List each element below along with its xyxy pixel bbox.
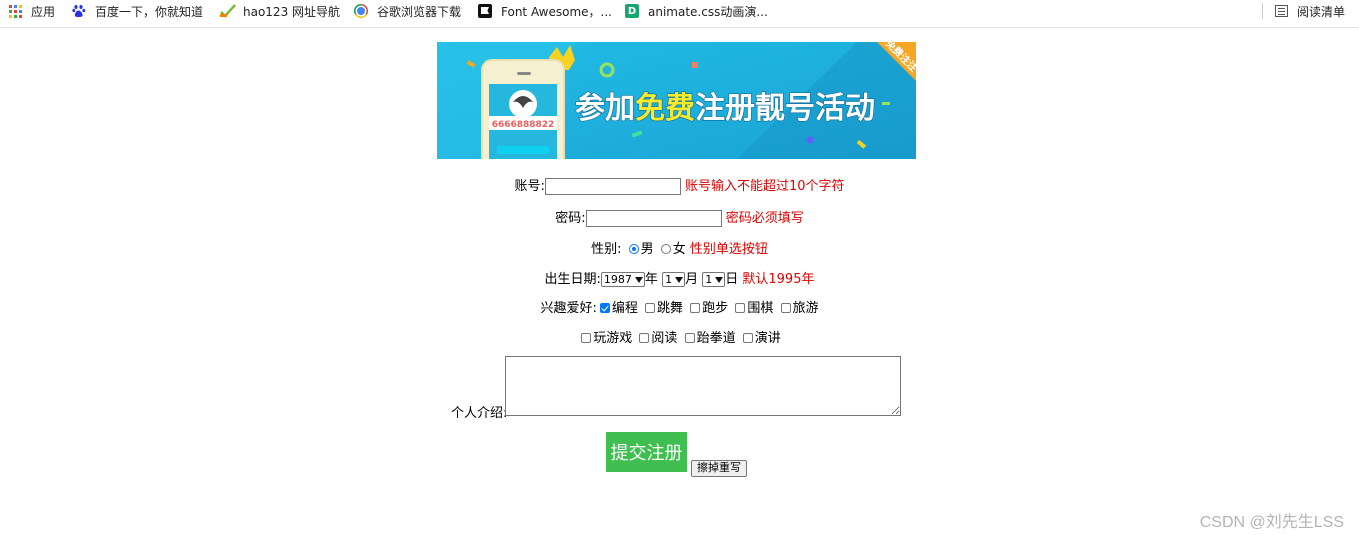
bookmark-label: 百度一下，你就知道	[95, 4, 204, 19]
hobby-label: 跑步	[702, 301, 729, 316]
hobby-label: 跆拳道	[696, 331, 736, 346]
month-select[interactable]: 1	[662, 272, 686, 287]
chevron-down-icon	[675, 277, 684, 283]
bookmark-chrome-download[interactable]: 谷歌浏览器下载	[354, 0, 461, 22]
bookmark-label: Font Awesome，...	[501, 4, 612, 19]
bookmark-label: animate.css动画演...	[648, 4, 768, 19]
d-letter-icon: D	[625, 4, 639, 18]
font-awesome-flag-icon	[478, 4, 492, 18]
day-select[interactable]: 1	[702, 272, 726, 287]
birthday-row: 出生日期: 1987 年 1月 1日 默认1995年	[0, 268, 1359, 287]
year-unit: 年	[644, 272, 658, 287]
gender-row: 性别: 男 女 性别单选按钮	[0, 238, 1359, 257]
banner-text-1: 参加	[575, 91, 635, 126]
gender-hint: 性别单选按钮	[689, 242, 768, 257]
hobby-checkbox-dance[interactable]	[645, 302, 656, 313]
gender-option-male: 男	[640, 242, 654, 257]
hobby-label: 旅游	[792, 301, 819, 316]
banner-graphic: 6666888822 参加免费注册靓号活动 免费注注	[437, 42, 916, 159]
month-value: 1	[665, 273, 673, 286]
account-label: 账号:	[514, 179, 545, 194]
hobby-checkbox-travel[interactable]	[780, 302, 791, 313]
gender-radio-male[interactable]	[628, 243, 639, 254]
hobbies-row-2: 玩游戏 阅读 跆拳道 演讲	[0, 327, 1359, 346]
hobby-label: 编程	[611, 301, 638, 316]
apps-grid-icon	[8, 4, 22, 18]
reading-list-icon	[1274, 4, 1288, 18]
year-value: 1987	[603, 273, 632, 286]
hobby-checkbox-taekwondo[interactable]	[684, 332, 695, 343]
bookmark-apps[interactable]: 应用	[8, 0, 55, 22]
chevron-down-icon	[715, 277, 724, 283]
svg-text:参加免费注册靓号活动: 参加免费注册靓号活动	[575, 91, 875, 126]
reading-list-label: 阅读清单	[1297, 4, 1346, 19]
csdn-watermark: CSDN @刘先生LSS	[1199, 514, 1344, 531]
hobby-checkbox-speech[interactable]	[742, 332, 753, 343]
banner-text-2: 注册靓号活动	[695, 91, 875, 126]
password-input[interactable]	[585, 210, 722, 227]
account-row: 账号: 账号输入不能超过10个字符	[0, 175, 1359, 195]
hobby-label: 围棋	[747, 301, 774, 316]
account-hint: 账号输入不能超过10个字符	[684, 179, 845, 194]
bookmark-label: 谷歌浏览器下载	[377, 4, 462, 19]
hobby-checkbox-reading[interactable]	[639, 332, 650, 343]
bookmarks-bar: 应用 百度一下，你就知道 hao123 网址导航 谷歌浏览器下载 Font Aw…	[0, 0, 1359, 28]
bookmarks-divider	[1262, 3, 1263, 19]
hobbies-label: 兴趣爱好:	[540, 301, 597, 316]
bookmark-font-awesome[interactable]: Font Awesome，...	[478, 0, 612, 22]
gender-radio-female[interactable]	[660, 243, 671, 254]
bookmark-animate-css[interactable]: D animate.css动画演...	[625, 0, 768, 22]
chevron-down-icon	[634, 277, 643, 283]
hobbies-row-1: 兴趣爱好: 编程 跳舞 跑步 围棋 旅游	[0, 297, 1359, 316]
hao123-icon	[219, 4, 237, 18]
hobby-checkbox-programming[interactable]	[599, 302, 610, 313]
intro-label: 个人介绍:	[451, 406, 508, 421]
birthday-label: 出生日期:	[544, 272, 601, 287]
birthday-hint: 默认1995年	[742, 272, 815, 287]
chrome-icon	[354, 4, 368, 18]
day-value: 1	[705, 273, 713, 286]
password-hint: 密码必须填写	[725, 211, 804, 226]
hobby-checkbox-go[interactable]	[735, 302, 746, 313]
month-unit: 月	[685, 272, 699, 287]
bookmark-label: 应用	[31, 4, 56, 19]
hobby-label: 演讲	[754, 331, 781, 346]
bookmark-hao123[interactable]: hao123 网址导航	[219, 0, 340, 22]
hobby-label: 阅读	[651, 331, 678, 346]
baidu-paw-icon	[72, 4, 86, 18]
bookmark-baidu[interactable]: 百度一下，你就知道	[72, 0, 203, 22]
year-select[interactable]: 1987	[600, 272, 645, 287]
promo-banner: 6666888822 参加免费注册靓号活动 免费注注	[437, 42, 916, 159]
gender-label: 性别:	[591, 242, 622, 257]
banner-phone-number: 6666888822	[492, 120, 555, 130]
hobby-checkbox-gaming[interactable]	[581, 332, 592, 343]
day-unit: 日	[725, 272, 739, 287]
submit-register-button[interactable]: 提交注册	[606, 432, 687, 472]
reset-button[interactable]: 擦掉重写	[691, 460, 747, 477]
intro-textarea[interactable]	[505, 356, 901, 416]
reading-list-button[interactable]: 阅读清单	[1274, 0, 1345, 22]
gender-option-female: 女	[672, 242, 686, 257]
hobby-label: 玩游戏	[593, 331, 633, 346]
hobby-checkbox-running[interactable]	[690, 302, 701, 313]
account-input[interactable]	[544, 178, 681, 195]
hobby-label: 跳舞	[657, 301, 684, 316]
password-row: 密码: 密码必须填写	[0, 207, 1359, 227]
banner-text-highlight: 免费	[635, 91, 695, 126]
bookmark-label: hao123 网址导航	[243, 4, 341, 19]
password-label: 密码:	[555, 211, 586, 226]
